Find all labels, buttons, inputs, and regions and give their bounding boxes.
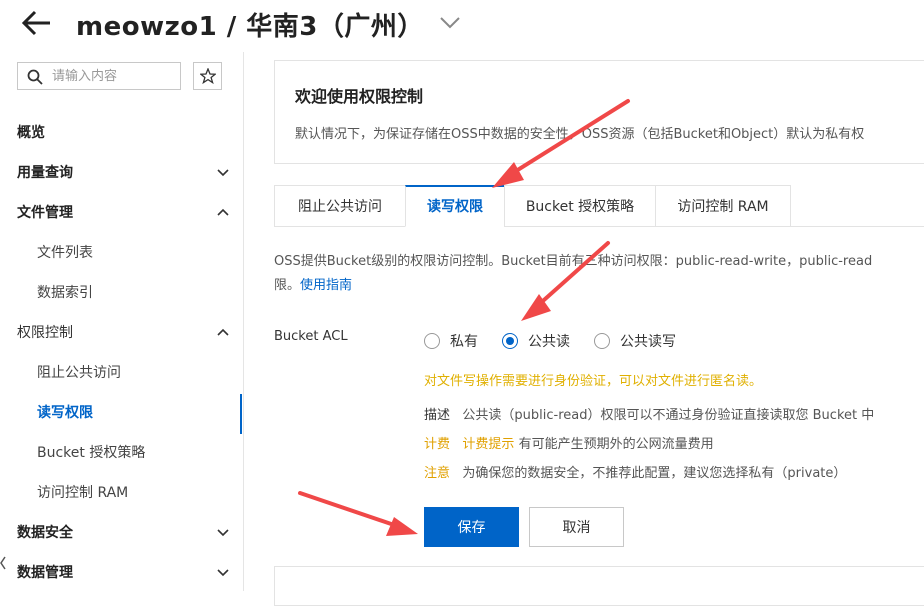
sidebar-item-label: 数据索引 xyxy=(37,285,93,301)
acl-warning: 对文件写操作需要进行身份验证，可以对文件进行匿名读。 xyxy=(424,374,763,389)
tab-bar: 阻止公共访问 读写权限 Bucket 授权策略 访问控制 RAM xyxy=(274,185,924,227)
search-icon xyxy=(27,69,43,85)
sidebar-item-data-management[interactable]: 数据管理 xyxy=(0,553,243,593)
sidebar-item-label: 阻止公共访问 xyxy=(37,365,121,381)
acl-billing-row: 计费 计费提示 有可能产生预期外的公网流量费用 xyxy=(424,433,714,452)
radio-label: 公共读写 xyxy=(620,334,676,350)
tab-divider xyxy=(790,226,924,227)
main-content: 欢迎使用权限控制 默认情况下，为保证存储在OSS中数据的安全性，OSS资源（包括… xyxy=(244,52,924,606)
collapse-sidebar-icon[interactable] xyxy=(0,554,6,572)
radio-label: 私有 xyxy=(450,334,478,350)
sidebar-item-label: 用量查询 xyxy=(17,165,73,181)
description-line: 限。 xyxy=(274,278,301,293)
page-header: meowzo1 / 华南3（广州） xyxy=(0,0,924,50)
sidebar: 概览 用量查询 文件管理 文件列表 数据索引 权限控制 阻止公共访问 读写权限 … xyxy=(0,52,244,591)
sidebar-item-label: 数据安全 xyxy=(17,525,73,541)
tab-read-write-permission[interactable]: 读写权限 xyxy=(405,185,505,227)
chevron-down-icon[interactable] xyxy=(438,12,462,32)
sidebar-item-label: 读写权限 xyxy=(37,405,93,421)
note-key: 注意 xyxy=(424,466,451,481)
search-input[interactable] xyxy=(52,66,176,86)
active-indicator xyxy=(240,394,242,434)
sidebar-item-label: 文件管理 xyxy=(17,205,73,221)
sidebar-item-file-management[interactable]: 文件管理 xyxy=(0,193,243,233)
sidebar-item-read-write-permission[interactable]: 读写权限 xyxy=(0,393,243,433)
acl-description: OSS提供Bucket级别的权限访问控制。Bucket目前有三种访问权限：pub… xyxy=(274,250,924,298)
sidebar-item-bucket-policy[interactable]: Bucket 授权策略 xyxy=(0,433,243,473)
guide-link[interactable]: 使用指南 xyxy=(300,278,352,293)
sidebar-item-block-public-access[interactable]: 阻止公共访问 xyxy=(0,353,243,393)
back-arrow-icon[interactable] xyxy=(20,8,54,38)
sidebar-item-overview[interactable]: 概览 xyxy=(0,113,243,153)
desc-text: 公共读（public-read）权限可以不通过身份验证直接读取您 Bucket … xyxy=(462,408,875,423)
favorite-button[interactable] xyxy=(193,62,222,90)
sidebar-item-label: 权限控制 xyxy=(17,325,73,341)
sidebar-item-label: 访问控制 RAM xyxy=(37,485,129,501)
sidebar-item-label: 概览 xyxy=(17,125,45,141)
sidebar-item-file-list[interactable]: 文件列表 xyxy=(0,233,243,273)
sidebar-search xyxy=(17,62,181,90)
sidebar-item-label: 文件列表 xyxy=(37,245,93,261)
welcome-title: 欢迎使用权限控制 xyxy=(295,87,424,106)
tab-bucket-policy[interactable]: Bucket 授权策略 xyxy=(504,185,656,227)
sidebar-item-data-security[interactable]: 数据安全 xyxy=(0,513,243,553)
radio-circle[interactable] xyxy=(502,333,518,349)
bottom-panel xyxy=(274,566,924,606)
tab-block-public-access[interactable]: 阻止公共访问 xyxy=(274,185,406,227)
cancel-button[interactable]: 取消 xyxy=(529,507,624,547)
sidebar-item-label: Bucket 授权策略 xyxy=(37,445,146,461)
billing-key: 计费 xyxy=(424,437,451,452)
star-icon xyxy=(200,68,216,84)
acl-note-row: 注意 为确保您的数据安全，不推荐此配置，建议您选择私有（private） xyxy=(424,462,846,481)
chevron-up-icon xyxy=(217,208,229,216)
sidebar-item-ram[interactable]: 访问控制 RAM xyxy=(0,473,243,513)
acl-label: Bucket ACL xyxy=(274,329,348,344)
chevron-down-icon xyxy=(217,169,229,177)
chevron-up-icon xyxy=(217,328,229,336)
note-text: 为确保您的数据安全，不推荐此配置，建议您选择私有（private） xyxy=(462,466,847,481)
sidebar-item-usage[interactable]: 用量查询 xyxy=(0,153,243,193)
billing-text: 有可能产生预期外的公网流量费用 xyxy=(518,437,714,452)
acl-desc-row: 描述 公共读（public-read）权限可以不通过身份验证直接读取您 Buck… xyxy=(424,404,874,423)
radio-circle[interactable] xyxy=(594,333,610,349)
save-button[interactable]: 保存 xyxy=(424,507,519,547)
chevron-down-icon xyxy=(217,569,229,577)
billing-hint[interactable]: 计费提示 xyxy=(462,437,514,452)
welcome-panel: 欢迎使用权限控制 默认情况下，为保证存储在OSS中数据的安全性，OSS资源（包括… xyxy=(274,60,924,164)
radio-label: 公共读 xyxy=(528,334,570,350)
welcome-text: 默认情况下，为保证存储在OSS中数据的安全性，OSS资源（包括Bucket和Ob… xyxy=(295,127,865,142)
page-title: meowzo1 / 华南3（广州） xyxy=(76,12,424,42)
description-line: OSS提供Bucket级别的权限访问控制。Bucket目前有三种访问权限：pub… xyxy=(274,254,873,269)
desc-key: 描述 xyxy=(424,408,451,423)
sidebar-item-label: 数据管理 xyxy=(17,565,73,581)
radio-circle[interactable] xyxy=(424,333,440,349)
sidebar-item-data-index[interactable]: 数据索引 xyxy=(0,273,243,313)
chevron-down-icon xyxy=(217,529,229,537)
tab-ram[interactable]: 访问控制 RAM xyxy=(655,185,791,227)
sidebar-item-access-control[interactable]: 权限控制 xyxy=(0,313,243,353)
